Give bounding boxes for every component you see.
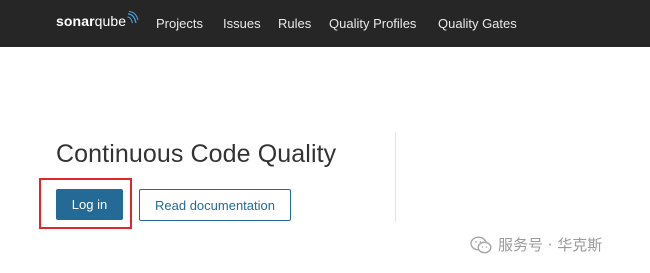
nav-issues[interactable]: Issues <box>223 16 261 31</box>
wechat-icon <box>470 235 492 253</box>
sonar-waves-icon <box>127 10 139 24</box>
read-documentation-button[interactable]: Read documentation <box>139 189 291 221</box>
logo-text-bold: sonar <box>56 13 95 29</box>
vertical-divider <box>395 132 396 222</box>
top-navbar: sonarqube Projects Issues Rules Quality … <box>0 0 650 47</box>
sonarqube-logo[interactable]: sonarqube <box>56 10 139 29</box>
logo-text-light: qube <box>94 13 127 29</box>
login-button[interactable]: Log in <box>56 189 123 220</box>
watermark-text: 服务号 · 华克斯 <box>498 236 603 254</box>
page-title: Continuous Code Quality <box>56 140 337 168</box>
nav-quality-profiles[interactable]: Quality Profiles <box>329 16 416 31</box>
nav-rules[interactable]: Rules <box>278 16 311 31</box>
watermark: 服务号 · 华克斯 <box>470 234 602 255</box>
logo-text: sonarqube <box>56 13 126 29</box>
nav-quality-gates[interactable]: Quality Gates <box>438 16 517 31</box>
nav-projects[interactable]: Projects <box>156 16 203 31</box>
